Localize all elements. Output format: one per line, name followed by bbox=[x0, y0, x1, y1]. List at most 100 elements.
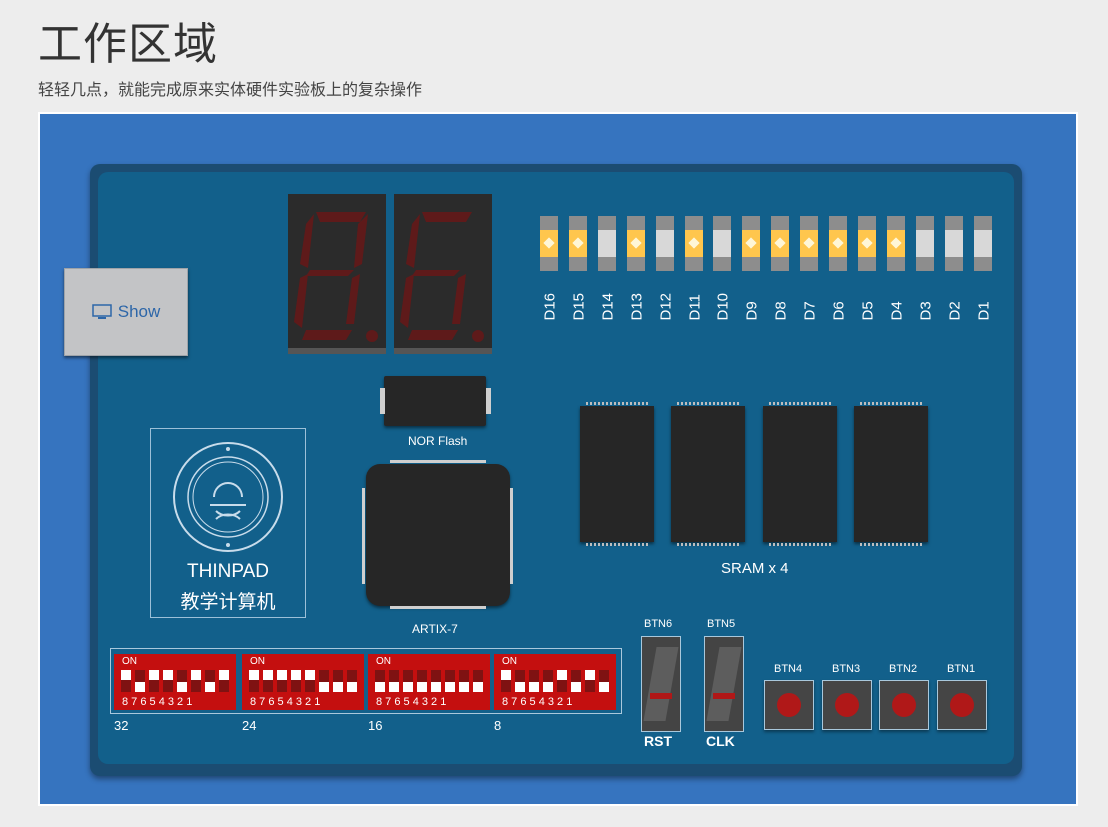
dip-switch[interactable] bbox=[305, 670, 315, 692]
led-label-text: D8 bbox=[772, 301, 790, 321]
led-label-text: D15 bbox=[570, 292, 588, 321]
sram-chip-3 bbox=[763, 402, 837, 546]
dip-switch[interactable] bbox=[135, 670, 145, 692]
dip-switch[interactable] bbox=[177, 670, 187, 692]
dip-on-label: ON bbox=[122, 656, 137, 667]
dip-switch-group-32: ON 8 7 6 5 4 3 2 1 bbox=[114, 654, 236, 710]
led-d4 bbox=[886, 216, 905, 271]
push-button-btn4[interactable] bbox=[764, 680, 814, 730]
led-label: D6 bbox=[829, 278, 848, 320]
rst-toggle[interactable] bbox=[641, 636, 681, 732]
dip-switch[interactable] bbox=[529, 670, 539, 692]
dip-switch[interactable] bbox=[585, 670, 595, 692]
dip-switch[interactable] bbox=[557, 670, 567, 692]
dip-switch[interactable] bbox=[347, 670, 357, 692]
sram-chip-4 bbox=[854, 402, 928, 546]
led-d10 bbox=[713, 216, 732, 271]
seven-segment-digit-right bbox=[394, 194, 492, 354]
dip-switch[interactable] bbox=[403, 670, 413, 692]
sram-chip-2 bbox=[671, 402, 745, 546]
push-button-btn1[interactable] bbox=[937, 680, 987, 730]
push-button-cap bbox=[950, 693, 974, 717]
led-label: D7 bbox=[800, 278, 819, 320]
dip-switch[interactable] bbox=[291, 670, 301, 692]
dip-switch[interactable] bbox=[319, 670, 329, 692]
led-d13 bbox=[626, 216, 645, 271]
dip-switch[interactable] bbox=[163, 670, 173, 692]
dip-switch[interactable] bbox=[249, 670, 259, 692]
led-label: D11 bbox=[685, 278, 703, 320]
dip-switch[interactable] bbox=[149, 670, 159, 692]
nor-flash-pin-right bbox=[486, 388, 491, 414]
dip-switch[interactable] bbox=[515, 670, 525, 692]
dip-switch[interactable] bbox=[375, 670, 385, 692]
dip-switch[interactable] bbox=[205, 670, 215, 692]
page-title: 工作区域 bbox=[38, 19, 218, 70]
dip-group-label: 32 bbox=[114, 718, 129, 733]
dip-switch[interactable] bbox=[263, 670, 273, 692]
push-button-cap bbox=[892, 693, 916, 717]
seven-segment-digit-left bbox=[288, 194, 386, 354]
dip-numbers: 8 7 6 5 4 3 2 1 bbox=[502, 696, 573, 708]
led-label: D15 bbox=[569, 278, 588, 321]
clk-label: CLK bbox=[706, 733, 735, 749]
dip-switch[interactable] bbox=[473, 670, 483, 692]
clk-toggle[interactable] bbox=[704, 636, 744, 732]
dip-on-label: ON bbox=[502, 656, 517, 667]
push-button-label: BTN3 bbox=[832, 663, 861, 675]
nor-flash-chip bbox=[384, 376, 486, 426]
dip-switch-group-24: ON 8 7 6 5 4 3 2 1 bbox=[242, 654, 364, 710]
show-button[interactable]: Show bbox=[64, 268, 188, 356]
dip-switch[interactable] bbox=[417, 670, 427, 692]
led-label-text: D14 bbox=[599, 292, 617, 321]
dip-switch[interactable] bbox=[501, 670, 511, 692]
logo-name: THINPAD bbox=[187, 561, 269, 582]
fpga-pins-bottom bbox=[390, 606, 486, 609]
led-d12 bbox=[655, 216, 674, 271]
fpga-label: ARTIX-7 bbox=[412, 622, 458, 636]
dip-numbers: 8 7 6 5 4 3 2 1 bbox=[250, 696, 321, 708]
led-d11 bbox=[684, 216, 703, 271]
dip-switch[interactable] bbox=[445, 670, 455, 692]
dip-switch[interactable] bbox=[219, 670, 229, 692]
sram-label: SRAM x 4 bbox=[721, 560, 789, 577]
dip-switch[interactable] bbox=[571, 670, 581, 692]
led-label: D13 bbox=[627, 278, 646, 321]
logo-subtitle: 教学计算机 bbox=[180, 591, 276, 613]
dip-group-label: 8 bbox=[494, 718, 502, 733]
led-label-text: D9 bbox=[743, 301, 761, 321]
university-seal-icon bbox=[173, 442, 283, 552]
led-label: D12 bbox=[656, 278, 674, 321]
dip-switch[interactable] bbox=[431, 670, 441, 692]
led-label: D2 bbox=[945, 278, 963, 320]
dip-switch[interactable] bbox=[543, 670, 553, 692]
led-label-text: D3 bbox=[917, 301, 935, 321]
led-label: D5 bbox=[858, 278, 876, 320]
led-label-text: D13 bbox=[628, 292, 646, 321]
sram-chip-1 bbox=[580, 402, 654, 546]
led-label: D16 bbox=[540, 278, 559, 321]
dip-switch[interactable] bbox=[277, 670, 287, 692]
push-button-btn2[interactable] bbox=[879, 680, 929, 730]
dip-switch[interactable] bbox=[333, 670, 343, 692]
led-label: D8 bbox=[771, 278, 790, 321]
dip-switch-group-8: ON 8 7 6 5 4 3 2 1 bbox=[494, 654, 616, 710]
page-subtitle: 轻轻几点，就能完成原来实体硬件实验板上的复杂操作 bbox=[38, 80, 423, 99]
dip-switch[interactable] bbox=[389, 670, 399, 692]
led-d5 bbox=[857, 216, 876, 271]
dip-switch-group-16: ON 8 7 6 5 4 3 2 1 bbox=[368, 654, 490, 710]
dip-switch[interactable] bbox=[191, 670, 201, 692]
led-label: D14 bbox=[598, 278, 617, 321]
fpga-pins-top bbox=[390, 460, 486, 463]
dip-switch[interactable] bbox=[599, 670, 609, 692]
nor-flash-pin-left bbox=[380, 388, 385, 414]
led-label-text: D1 bbox=[975, 301, 992, 321]
push-button-btn3[interactable] bbox=[822, 680, 872, 730]
push-button-cap bbox=[835, 693, 859, 717]
dip-switch[interactable] bbox=[121, 670, 131, 692]
push-button-label: BTN2 bbox=[889, 663, 918, 675]
fpga-pins-right bbox=[510, 488, 513, 584]
rst-label: RST bbox=[644, 733, 672, 749]
dip-switch[interactable] bbox=[459, 670, 469, 692]
led-label-text: D4 bbox=[888, 301, 906, 321]
